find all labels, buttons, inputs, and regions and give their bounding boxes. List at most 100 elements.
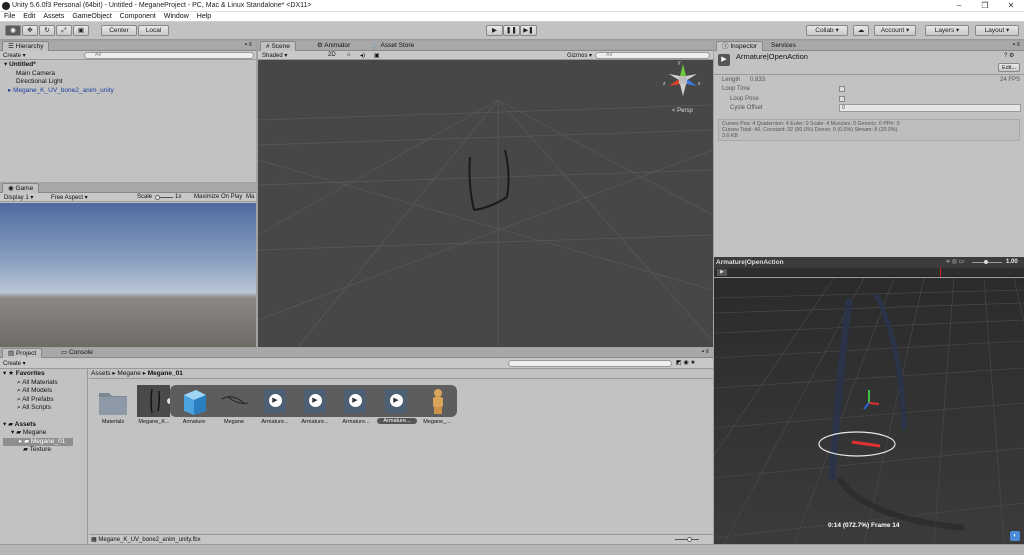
scene-view[interactable]: y z x < Persp [258, 60, 713, 347]
favorite-all-prefabs[interactable]: ⌕ All Prefabs [3, 396, 73, 405]
window-title: Unity 5.6.0f3 Personal (64bit) - Untitle… [12, 2, 312, 9]
step-button[interactable]: ▶❚ [520, 25, 537, 36]
asset-anim-clip-4[interactable]: ▶ [385, 389, 407, 413]
glasses-model[interactable] [468, 149, 510, 211]
project-search-input[interactable] [508, 360, 672, 367]
asset-megane-mesh[interactable] [218, 385, 252, 419]
pivot-local-button[interactable]: Local [138, 25, 169, 36]
breadcrumb-megane-01[interactable]: Megane_01 [148, 370, 183, 377]
cloud-button[interactable]: ☁ [853, 25, 869, 36]
preview-play-button[interactable]: ▶ [717, 269, 727, 276]
menu-assets[interactable]: Assets [39, 12, 68, 21]
menu-gameobject[interactable]: GameObject [68, 12, 115, 21]
close-button[interactable]: ✕ [1000, 1, 1022, 11]
project-menu-icon[interactable]: ▪ ≡ [702, 349, 709, 355]
asset-armature-mesh[interactable] [178, 385, 212, 419]
collab-button[interactable]: Collab ▾ [806, 25, 848, 36]
help-icon[interactable]: ? ⚙ [1004, 52, 1014, 59]
mute-toggle[interactable]: Ma [246, 194, 254, 200]
project-create-button[interactable]: Create ▾ [3, 360, 26, 367]
account-button[interactable]: Account ▾ [874, 25, 916, 36]
preview-speed-thumb[interactable] [984, 260, 988, 264]
asset-anim-clip-1[interactable]: ▶ [264, 389, 286, 413]
hierarchy-item-megane[interactable]: ▸ Megane_K_UV_bone2_anim_unity [4, 87, 114, 96]
asset-materials-folder[interactable] [96, 385, 130, 419]
gizmos-dropdown[interactable]: Gizmos ▾ [567, 52, 592, 59]
menu-edit[interactable]: Edit [19, 12, 39, 21]
tab-scene[interactable]: # Scene [260, 41, 296, 51]
folder-texture[interactable]: ▰ Texture [3, 446, 73, 455]
hierarchy-icon: ☰ [8, 43, 14, 50]
preview-avatar-icon[interactable]: ◐ [1010, 531, 1020, 541]
rotate-tool-button[interactable]: ↻ [39, 25, 55, 36]
scale-tool-button[interactable]: ⤢ [56, 25, 72, 36]
project-filter-icons[interactable]: ◩ ◉ ★ [676, 359, 696, 366]
hierarchy-item-main-camera[interactable]: Main Camera [4, 70, 114, 79]
favorite-all-scripts[interactable]: ⌕ All Scripts [3, 404, 73, 413]
preview-playhead[interactable] [940, 268, 941, 277]
play-button[interactable]: ▶ [486, 25, 503, 36]
breadcrumb-assets[interactable]: Assets [91, 370, 111, 377]
hierarchy-create-button[interactable]: Create ▾ [3, 52, 26, 59]
edit-button[interactable]: Edit... [998, 63, 1020, 72]
animation-preview-view[interactable]: 0:14 (072.7%) Frame 14 ◐ [714, 278, 1024, 544]
move-tool-button[interactable]: ✥ [22, 25, 38, 36]
breadcrumb-megane[interactable]: Megane [117, 370, 141, 377]
icon-size-thumb[interactable] [687, 537, 692, 542]
favorites-header[interactable]: ▾ ★ Favorites [3, 370, 73, 379]
inspector-menu-icon[interactable]: ▪ ≡ [1013, 42, 1020, 48]
menu-help[interactable]: Help [193, 12, 215, 21]
folder-megane[interactable]: ▾ ▰ Megane [3, 429, 73, 438]
layout-dropdown[interactable]: Layout ▾ [975, 25, 1019, 36]
scale-slider-thumb[interactable] [155, 195, 160, 200]
loop-time-checkbox[interactable] [839, 86, 845, 92]
asset-anim-clip-2[interactable]: ▶ [304, 389, 326, 413]
layers-dropdown[interactable]: Layers ▾ [925, 25, 969, 36]
star-icon: ★ [8, 370, 14, 377]
game-view[interactable] [0, 203, 256, 347]
menu-file[interactable]: File [0, 12, 19, 21]
aspect-dropdown[interactable]: Free Aspect ▾ [51, 194, 88, 201]
tab-project[interactable]: ▤ Project [2, 348, 43, 358]
tab-inspector[interactable]: ⓘ Inspector [716, 41, 764, 51]
tab-asset-store[interactable]: 🛒 Asset Store [366, 41, 419, 51]
tab-game[interactable]: ◉ Game [2, 183, 40, 193]
menu-window[interactable]: Window [160, 12, 193, 21]
folder-megane-01[interactable]: ▸ ▰ Megane_01 [3, 437, 73, 446]
tab-animator[interactable]: ⚙ Animator [312, 41, 355, 51]
favorite-all-models[interactable]: ⌕ All Models [3, 387, 73, 396]
shading-dropdown[interactable]: Shaded ▾ [262, 52, 287, 59]
tab-services[interactable]: Services [766, 41, 801, 51]
asset-megane-model[interactable] [138, 385, 173, 419]
assets-root[interactable]: ▾ ▰ Assets [3, 421, 73, 430]
loop-pose-checkbox[interactable] [839, 96, 845, 102]
scene-orientation-gizmo[interactable] [665, 62, 701, 98]
panel-menu-icon[interactable]: ▪ ≡ [245, 42, 252, 48]
lighting-toggle[interactable]: ☼ [346, 52, 352, 58]
hierarchy-item-directional-light[interactable]: Directional Light [4, 78, 114, 87]
2d-toggle[interactable]: 2D [328, 52, 336, 58]
tab-hierarchy[interactable]: ☰ Hierarchy [2, 41, 50, 51]
audio-toggle[interactable]: ◂) [360, 52, 365, 59]
favorite-all-materials[interactable]: ⌕ All Materials [3, 379, 73, 388]
display-dropdown[interactable]: Display 1 ▾ [4, 194, 33, 201]
cycle-offset-input[interactable]: 0 [839, 104, 1021, 112]
scene-root[interactable]: ▾ Untitled* [4, 61, 114, 70]
asset-anim-clip-3[interactable]: ▶ [344, 389, 366, 413]
pivot-center-button[interactable]: Center [101, 25, 137, 36]
asset-avatar[interactable] [422, 385, 456, 419]
tab-console[interactable]: ▭ Console [56, 348, 98, 358]
maximize-button[interactable]: ❐ [974, 1, 996, 11]
preview-timeline[interactable]: ▶ [714, 268, 1024, 277]
menu-component[interactable]: Component [116, 12, 160, 21]
effects-toggle[interactable]: ▣ [374, 52, 380, 59]
minimize-button[interactable]: – [948, 1, 970, 11]
preview-options-icons[interactable]: ⟡ ◎ ▭ [946, 258, 964, 266]
scene-search-input[interactable]: All [595, 52, 710, 59]
hierarchy-search-input[interactable]: All [84, 52, 254, 59]
pause-button[interactable]: ❚❚ [503, 25, 520, 36]
maximize-on-play-toggle[interactable]: Maximize On Play [194, 194, 242, 200]
rect-tool-button[interactable]: ▣ [73, 25, 89, 36]
hand-tool-button[interactable]: ◉ [5, 25, 21, 36]
projection-label[interactable]: < Persp [672, 108, 693, 114]
